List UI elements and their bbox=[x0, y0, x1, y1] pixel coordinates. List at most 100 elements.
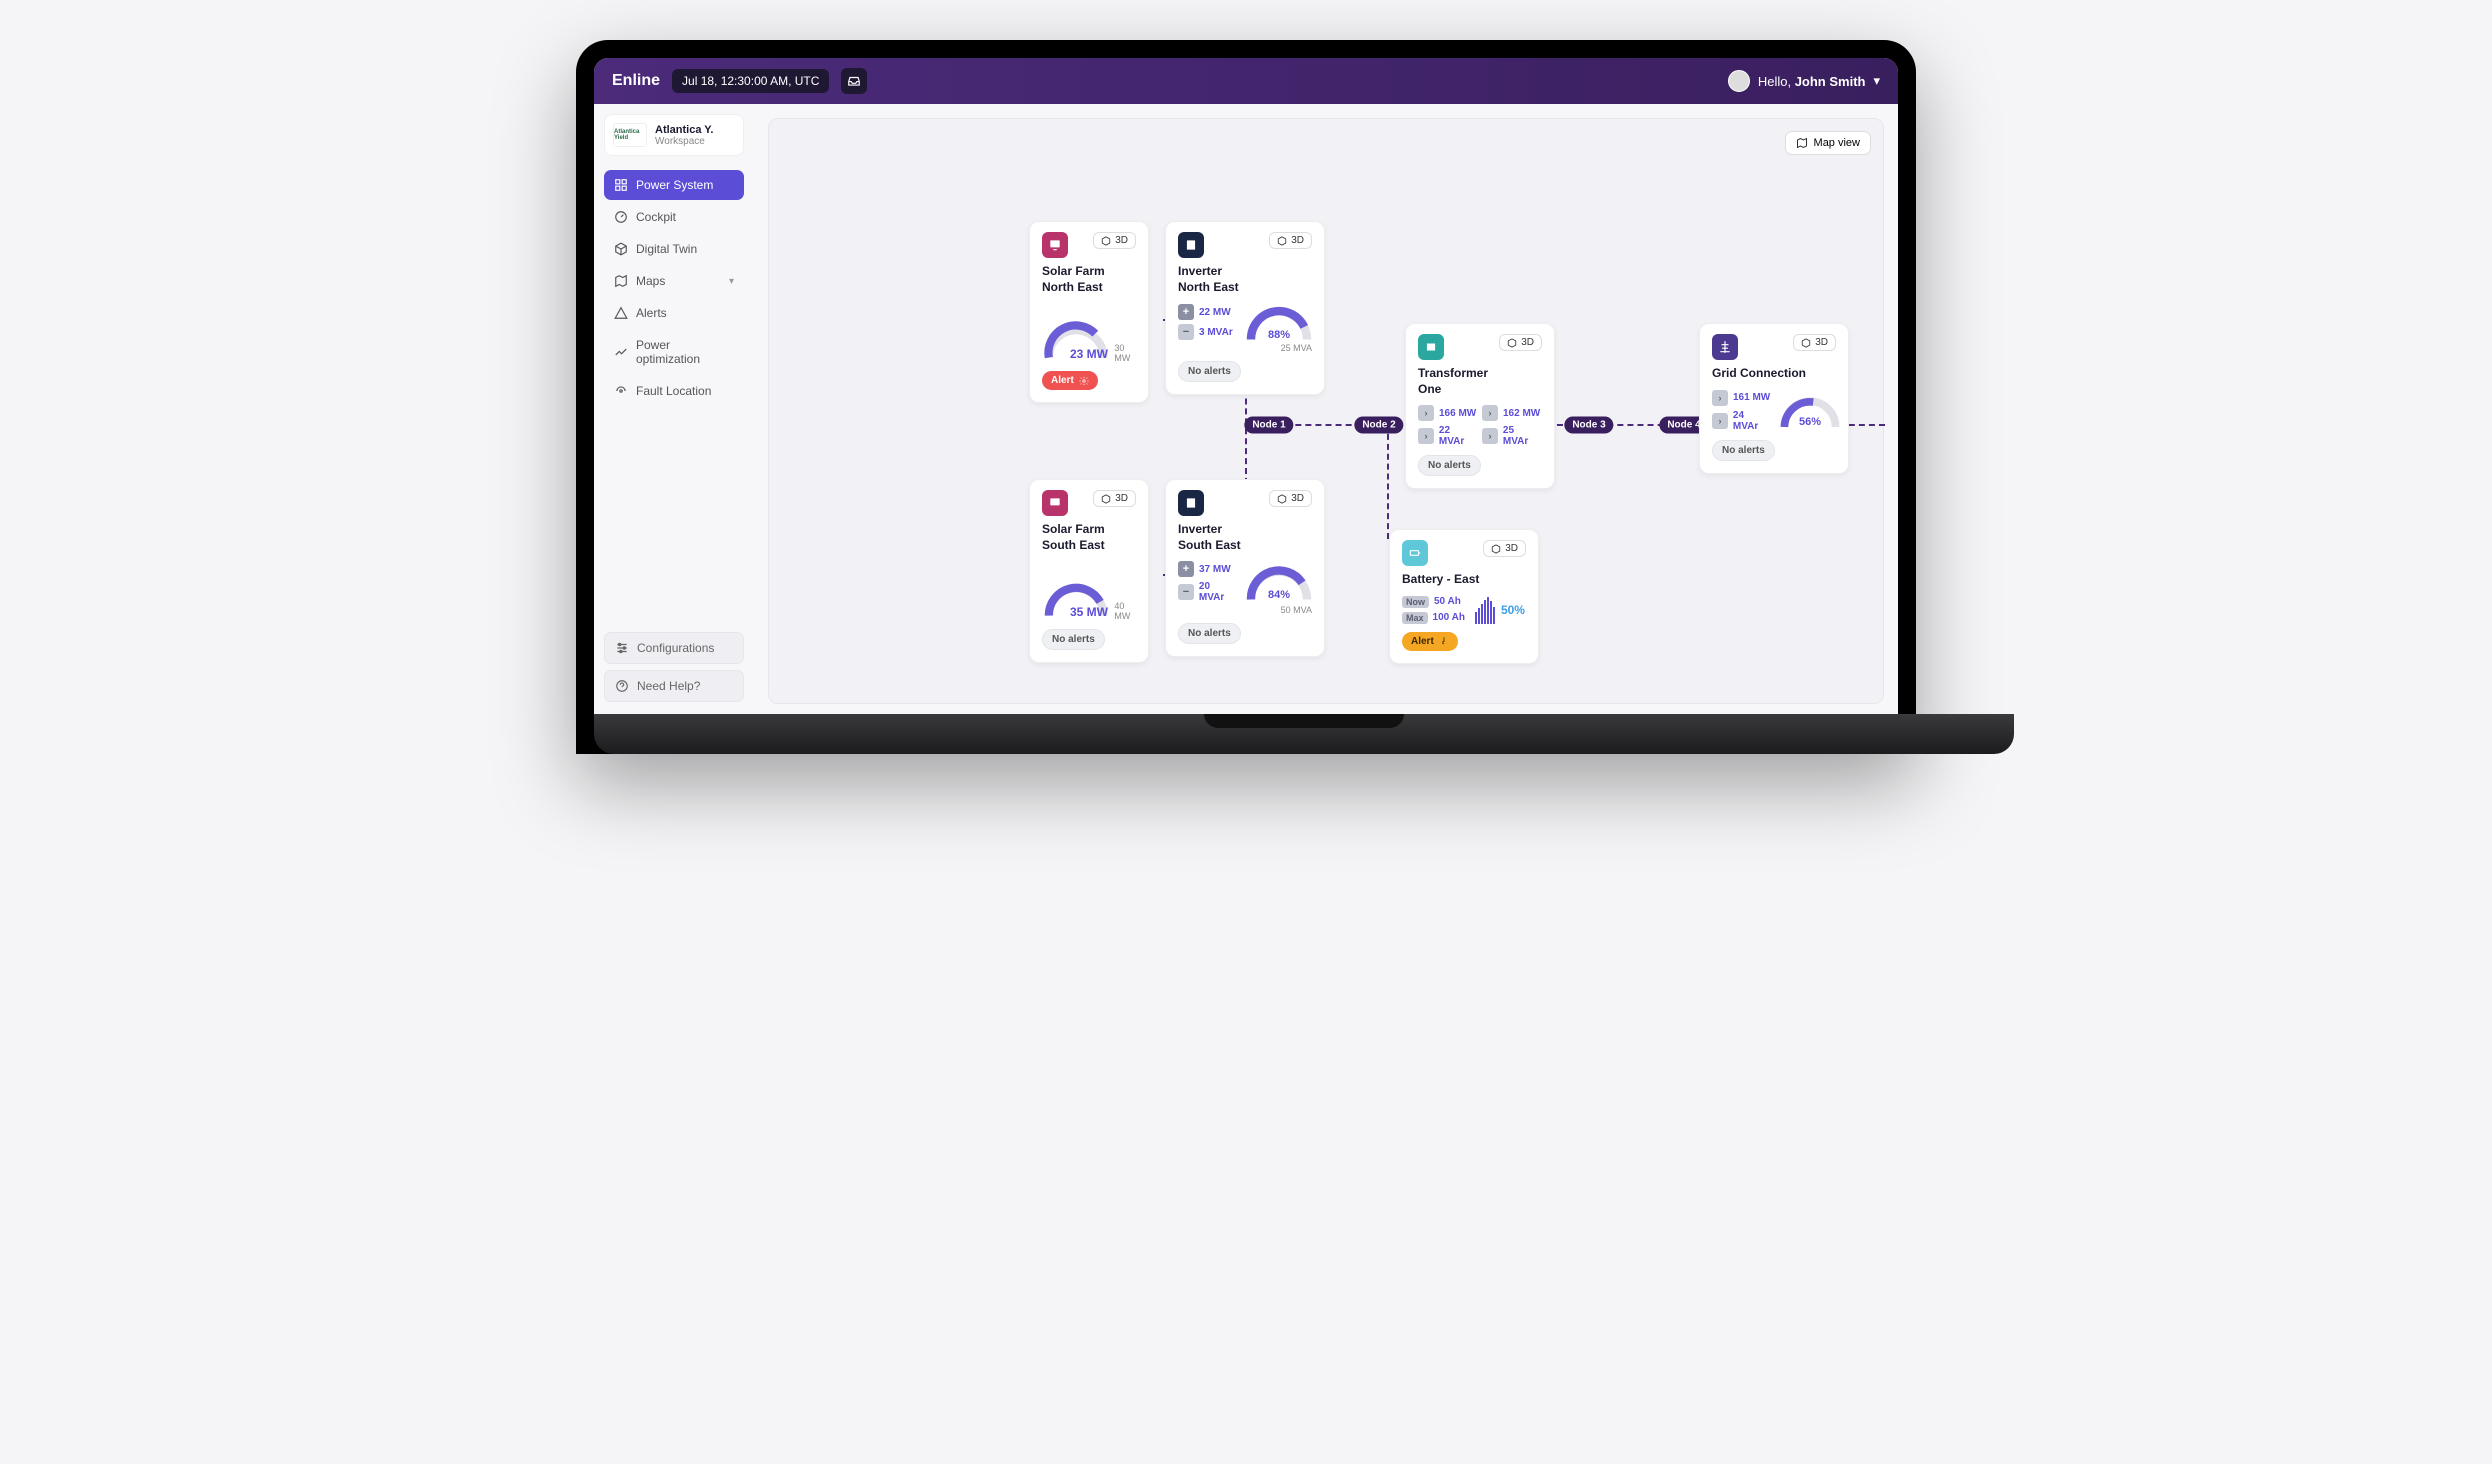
card-solar-north-east[interactable]: 3D Solar Farm North East 23 MW 30 MW Ale… bbox=[1029, 221, 1149, 403]
card-inverter-north-east[interactable]: 3D Inverter North East +22 MW −3 MVAr 88… bbox=[1165, 221, 1325, 395]
cube-icon bbox=[1101, 236, 1111, 246]
timestamp-chip[interactable]: Jul 18, 12:30:00 AM, UTC bbox=[672, 69, 829, 93]
screen: Enline Jul 18, 12:30:00 AM, UTC Hello, J… bbox=[594, 58, 1898, 718]
nav-maps[interactable]: Maps ▾ bbox=[604, 266, 744, 296]
nav-label: Need Help? bbox=[637, 679, 700, 693]
card-solar-south-east[interactable]: 3D Solar Farm South East 35 MW 40 MW No … bbox=[1029, 479, 1149, 663]
transformer-icon bbox=[1418, 334, 1444, 360]
gauge-max: 50 MVA bbox=[1178, 605, 1312, 615]
nav-label: Digital Twin bbox=[636, 242, 697, 256]
map-icon bbox=[1796, 137, 1808, 149]
gauge-max: 40 MW bbox=[1114, 601, 1136, 621]
3d-button[interactable]: 3D bbox=[1269, 490, 1312, 507]
card-transformer-one[interactable]: 3D Transformer One ›166 MW ›162 MW ›22 M… bbox=[1405, 323, 1555, 489]
nav-power-optimization[interactable]: Power optimization bbox=[604, 330, 744, 374]
card-title: Inverter North East bbox=[1178, 264, 1312, 295]
nav-power-system[interactable]: Power System bbox=[604, 170, 744, 200]
cube-icon bbox=[1491, 544, 1501, 554]
stat-q: −3 MVAr bbox=[1178, 324, 1238, 340]
gauge-pct: 56% bbox=[1799, 416, 1821, 428]
card-title: Solar Farm North East bbox=[1042, 264, 1136, 295]
card-grid-connection[interactable]: 3D Grid Connection ›161 MW ›24 MVAr 56% … bbox=[1699, 323, 1849, 474]
card-title: Grid Connection bbox=[1712, 366, 1836, 382]
battery-pct: 50% bbox=[1501, 603, 1525, 617]
workspace-name: Atlantica Y. bbox=[655, 124, 714, 136]
connector bbox=[1387, 424, 1389, 539]
nav-label: Power System bbox=[636, 178, 713, 192]
sidebar: Atlantica Yield Atlantica Y. Workspace P… bbox=[594, 104, 754, 718]
user-menu[interactable]: Hello, John Smith ▾ bbox=[1728, 70, 1880, 92]
3d-button[interactable]: 3D bbox=[1093, 490, 1136, 507]
no-alerts-badge: No alerts bbox=[1418, 455, 1481, 476]
bottom-nav: Configurations Need Help? bbox=[604, 632, 744, 708]
battery-chart: 50% bbox=[1475, 596, 1525, 624]
stat-p: +37 MW bbox=[1178, 561, 1238, 577]
chart-icon bbox=[614, 345, 628, 359]
inverter-icon bbox=[1178, 232, 1204, 258]
cube-icon bbox=[1801, 338, 1811, 348]
grid-icon bbox=[614, 178, 628, 192]
no-alerts-badge: No alerts bbox=[1042, 629, 1105, 650]
stat-grid: ›166 MW ›162 MW ›22 MVAr ›25 MVAr bbox=[1418, 405, 1542, 447]
map-view-button[interactable]: Map view bbox=[1785, 131, 1871, 155]
solar-icon bbox=[1042, 490, 1068, 516]
node-3[interactable]: Node 3 bbox=[1564, 417, 1613, 434]
workspace-logo: Atlantica Yield bbox=[613, 123, 647, 147]
inbox-icon[interactable] bbox=[841, 68, 867, 94]
node-1[interactable]: Node 1 bbox=[1244, 417, 1293, 434]
card-title: Solar Farm South East bbox=[1042, 522, 1136, 553]
nav: Power System Cockpit Digital Twin Maps ▾… bbox=[604, 170, 744, 406]
nav-alerts[interactable]: Alerts bbox=[604, 298, 744, 328]
nav-label: Alerts bbox=[636, 306, 667, 320]
stat: 25 MVAr bbox=[1503, 425, 1542, 447]
nav-label: Maps bbox=[636, 274, 665, 288]
3d-button[interactable]: 3D bbox=[1499, 334, 1542, 351]
gauge: 88% bbox=[1244, 303, 1314, 341]
thermometer-icon bbox=[1439, 636, 1449, 646]
laptop-frame: Enline Jul 18, 12:30:00 AM, UTC Hello, J… bbox=[576, 40, 1916, 754]
laptop-base bbox=[594, 714, 2014, 754]
gauge-max: 30 MW bbox=[1114, 343, 1136, 363]
gauge: 84% bbox=[1244, 563, 1314, 601]
gauge: 23 MW 30 MW bbox=[1042, 303, 1136, 363]
greeting: Hello, bbox=[1758, 74, 1795, 89]
card-battery-east[interactable]: 3D Battery - East Now50 Ah Max100 Ah 50%… bbox=[1389, 529, 1539, 664]
3d-button[interactable]: 3D bbox=[1093, 232, 1136, 249]
stat-q: −20 MVAr bbox=[1178, 581, 1238, 603]
nav-cockpit[interactable]: Cockpit bbox=[604, 202, 744, 232]
map-icon bbox=[614, 274, 628, 288]
node-2[interactable]: Node 2 bbox=[1354, 417, 1403, 434]
nav-digital-twin[interactable]: Digital Twin bbox=[604, 234, 744, 264]
canvas: Map view Node 1 Node 2 Node 3 Node 4 3D … bbox=[754, 104, 1898, 718]
alert-badge[interactable]: Alert bbox=[1402, 632, 1458, 651]
nav-configurations[interactable]: Configurations bbox=[604, 632, 744, 664]
canvas-inner[interactable]: Map view Node 1 Node 2 Node 3 Node 4 3D … bbox=[768, 118, 1884, 704]
nav-fault-location[interactable]: Fault Location bbox=[604, 376, 744, 406]
stat: 162 MW bbox=[1503, 408, 1540, 419]
nav-help[interactable]: Need Help? bbox=[604, 670, 744, 702]
cube-icon bbox=[1277, 494, 1287, 504]
nav-label: Configurations bbox=[637, 641, 714, 655]
gauge: 56% bbox=[1778, 394, 1842, 428]
no-alerts-badge: No alerts bbox=[1712, 440, 1775, 461]
chevron-down-icon: ▾ bbox=[1873, 73, 1880, 89]
3d-button[interactable]: 3D bbox=[1269, 232, 1312, 249]
gauge-pct: 88% bbox=[1268, 329, 1290, 341]
workspace-selector[interactable]: Atlantica Yield Atlantica Y. Workspace bbox=[604, 114, 744, 156]
gauge-value: 23 MW bbox=[1070, 347, 1108, 361]
gauge: 35 MW 40 MW bbox=[1042, 561, 1136, 621]
card-inverter-south-east[interactable]: 3D Inverter South East +37 MW −20 MVAr 8… bbox=[1165, 479, 1325, 657]
nav-label: Power optimization bbox=[636, 338, 734, 366]
alert-badge[interactable]: Alert bbox=[1042, 371, 1098, 390]
gauge-pct: 84% bbox=[1268, 589, 1290, 601]
3d-button[interactable]: 3D bbox=[1483, 540, 1526, 557]
3d-button[interactable]: 3D bbox=[1793, 334, 1836, 351]
brand-logo: Enline bbox=[612, 72, 660, 90]
stat-now: Now50 Ah bbox=[1402, 596, 1465, 608]
pylon-icon bbox=[1712, 334, 1738, 360]
gauge-max: 25 MVA bbox=[1178, 343, 1312, 353]
cube-icon bbox=[1101, 494, 1111, 504]
topbar: Enline Jul 18, 12:30:00 AM, UTC Hello, J… bbox=[594, 58, 1898, 104]
battery-icon bbox=[1402, 540, 1428, 566]
stat: 166 MW bbox=[1439, 408, 1476, 419]
